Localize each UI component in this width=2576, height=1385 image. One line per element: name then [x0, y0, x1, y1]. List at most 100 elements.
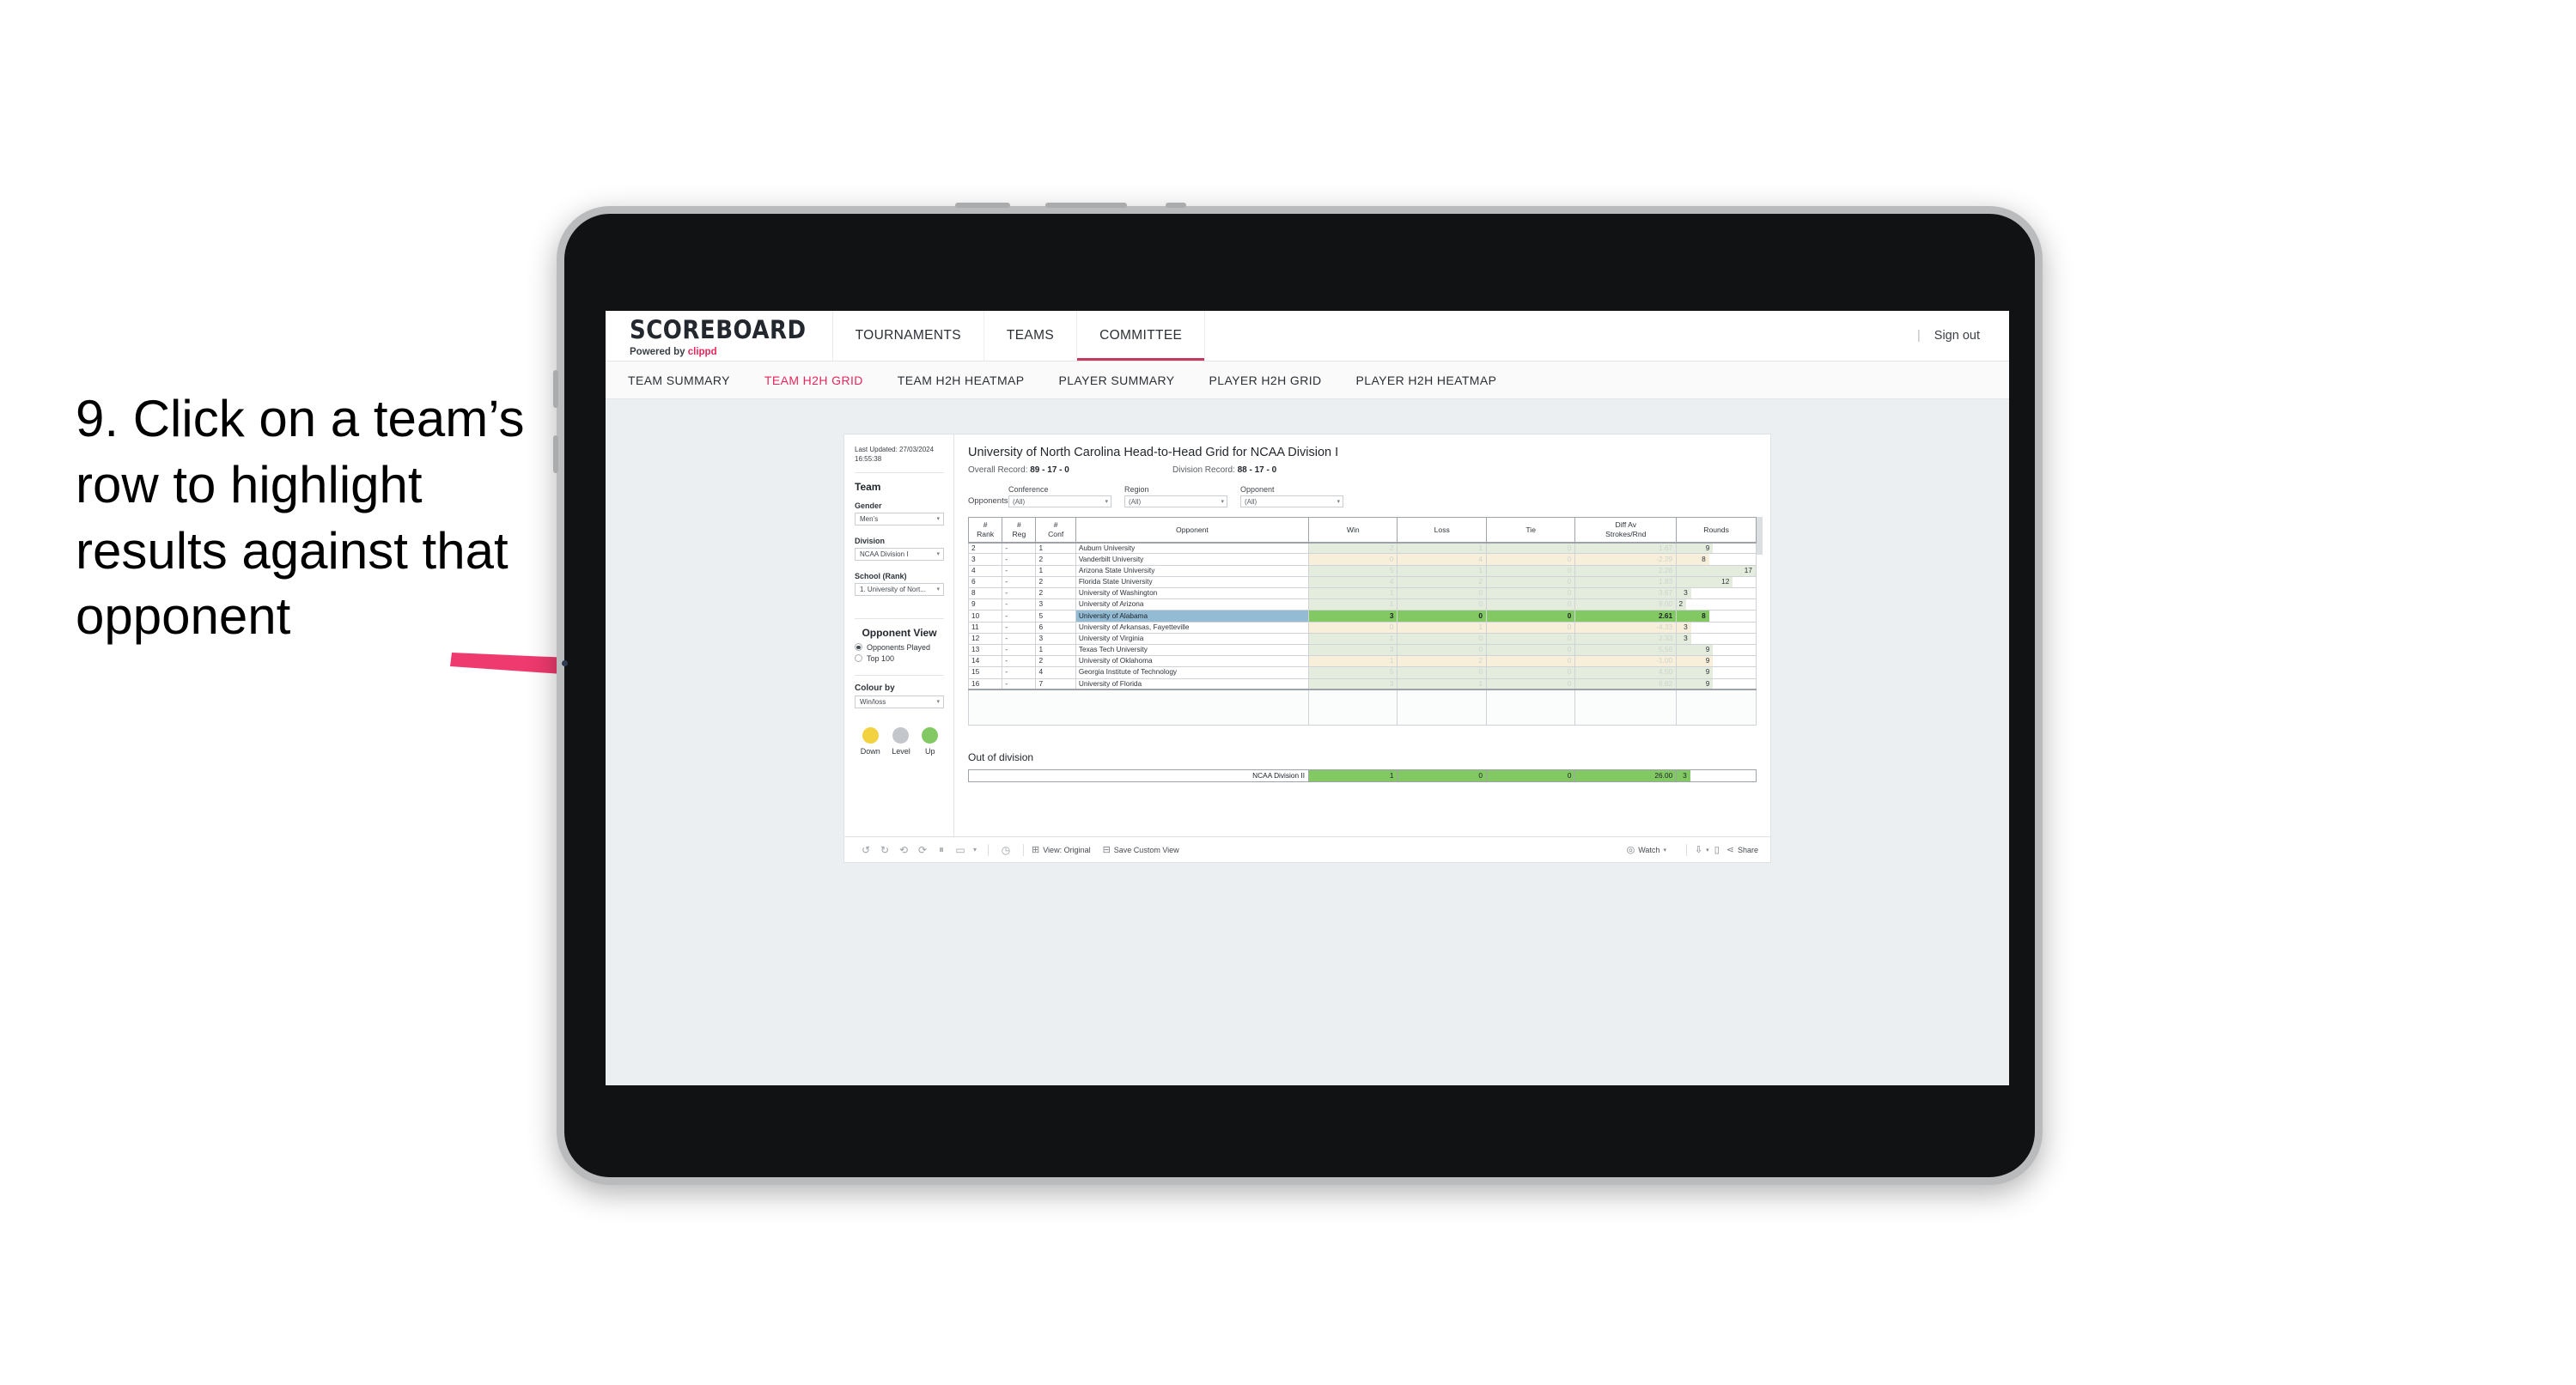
- out-of-division-row[interactable]: NCAA Division II 1 0 0 26.00 3: [967, 768, 1757, 782]
- table-row[interactable]: 16-7 University of Florida 3 1 0 6.62 9: [967, 677, 1757, 691]
- legend-item-up: Up: [922, 726, 939, 756]
- table-row[interactable]: 8-2 University of Washington 1 0 0 3.67 3: [967, 587, 1757, 600]
- rounds-bar: 2: [1677, 599, 1687, 610]
- ood-win: 1: [1308, 768, 1398, 782]
- workspace: Last Updated: 27/03/2024 16:55:38 Team G…: [606, 399, 2009, 1085]
- save-custom-view-button[interactable]: ⊟ Save Custom View: [1103, 844, 1179, 855]
- cell-win: 1: [1308, 655, 1398, 668]
- table-row[interactable]: 11-6 University of Arkansas, Fayetteville…: [967, 621, 1757, 634]
- share-button[interactable]: ⋖ Share: [1726, 844, 1758, 855]
- view-original-label: View: Original: [1043, 845, 1091, 854]
- cell-loss: 0: [1397, 610, 1487, 623]
- revert-icon[interactable]: ⟲: [894, 844, 913, 856]
- watch-button[interactable]: ◎ Watch ▾: [1627, 844, 1666, 855]
- device-preview-button[interactable]: ▯: [1714, 844, 1720, 855]
- grid-scrollbar-thumb[interactable]: [1757, 517, 1763, 555]
- radio-opponents-played[interactable]: Opponents Played: [855, 643, 944, 652]
- division-select[interactable]: NCAA Division I ▾: [855, 547, 944, 561]
- colour-by-label: Colour by: [855, 683, 895, 693]
- cell-win: 0: [1308, 621, 1398, 634]
- chevron-down-icon: ▾: [936, 551, 940, 558]
- cell-reg: -: [1002, 541, 1037, 555]
- cell-conf: 3: [1035, 632, 1076, 645]
- download-button[interactable]: ⇩ ▾: [1695, 844, 1709, 855]
- app-screen: SCOREBOARD Powered by clippd TOURNAMENTS…: [606, 311, 2009, 1085]
- school-select[interactable]: 1. University of Nort... ▾: [855, 582, 944, 596]
- colour-by-select[interactable]: Win/loss ▾: [855, 695, 944, 708]
- out-of-division-title: Out of division: [968, 750, 1034, 763]
- cell-win: 2: [1308, 541, 1398, 555]
- chevron-down-icon: ▾: [1221, 499, 1224, 505]
- table-row[interactable]: 12-3 University of Virginia 1 0 0 2.33 3: [967, 632, 1757, 645]
- filter-opponent-select[interactable]: (All) ▾: [1240, 495, 1343, 507]
- refresh-data-icon[interactable]: ⟳: [913, 844, 932, 856]
- sub-tab-team-summary[interactable]: TEAM SUMMARY: [628, 374, 730, 387]
- cell-conf: 6: [1035, 621, 1076, 634]
- cell-reg: -: [1002, 575, 1037, 589]
- cell-loss: 0: [1397, 587, 1487, 600]
- view-original-button[interactable]: ⊞ View: Original: [1032, 844, 1091, 855]
- cell-rank: 10: [967, 610, 1003, 623]
- cell-conf: 2: [1035, 575, 1076, 589]
- cell-reg: -: [1002, 610, 1037, 623]
- chevron-down-icon[interactable]: ▾: [970, 846, 980, 853]
- cell-tie: 0: [1485, 610, 1576, 623]
- cell-rank: 2: [967, 541, 1003, 555]
- top-tab-teams[interactable]: TEAMS: [984, 311, 1078, 361]
- device-button-top-3: [1166, 203, 1186, 208]
- table-row[interactable]: 2-1 Auburn University 2 1 0 1.67 9: [967, 541, 1757, 555]
- table-row[interactable]: 15-4 Georgia Institute of Technology 5 0 0 4.…: [967, 666, 1757, 679]
- top-tab-committee[interactable]: COMMITTEE: [1077, 311, 1206, 361]
- table-row[interactable]: 10-5 University of Alabama 3 0 0 2.61 8: [967, 610, 1757, 623]
- filter-region-select[interactable]: (All) ▾: [1124, 495, 1227, 507]
- share-icon: ⋖: [1726, 845, 1734, 855]
- sub-tab-player-h2h-grid[interactable]: PLAYER H2H GRID: [1209, 374, 1322, 387]
- rounds-bar: 9: [1677, 656, 1714, 667]
- sub-tab-team-h2h-grid[interactable]: TEAM H2H GRID: [764, 374, 863, 387]
- clock-icon[interactable]: ◷: [996, 844, 1015, 856]
- collapse-icon[interactable]: ▭: [951, 844, 970, 856]
- cell-win: 3: [1308, 643, 1398, 657]
- sub-tab-player-summary[interactable]: PLAYER SUMMARY: [1059, 374, 1175, 387]
- table-row[interactable]: 14-2 University of Oklahoma 1 2 0 -1.00 9: [967, 655, 1757, 668]
- table-row[interactable]: 4-1 Arizona State University 5 1 0 2.28 17: [967, 564, 1757, 577]
- gender-value: Men’s: [860, 514, 879, 523]
- division-record-value: 88 - 17 - 0: [1237, 465, 1277, 475]
- sub-tab-player-h2h-heatmap[interactable]: PLAYER H2H HEATMAP: [1356, 374, 1497, 387]
- table-row[interactable]: 6-2 Florida State University 4 2 0 1.83 12: [967, 575, 1757, 589]
- cell-opponent: Georgia Institute of Technology: [1075, 666, 1310, 679]
- redo-icon[interactable]: ↻: [875, 844, 894, 856]
- dashboard-panel: Last Updated: 27/03/2024 16:55:38 Team G…: [843, 434, 1771, 863]
- table-row[interactable]: 3-2 Vanderbilt University 0 4 0 -2.29 8: [967, 553, 1757, 566]
- powered-by-prefix: Powered by: [630, 347, 688, 357]
- cell-reg: -: [1002, 553, 1037, 566]
- ood-diff: 26.00: [1574, 768, 1678, 782]
- cell-tie: 0: [1485, 632, 1576, 645]
- gender-select[interactable]: Men’s ▾: [855, 512, 944, 525]
- cell-rounds: 9: [1676, 677, 1757, 691]
- cell-reg: -: [1002, 632, 1037, 645]
- undo-icon[interactable]: ↺: [856, 844, 875, 856]
- cell-loss: 0: [1397, 666, 1487, 679]
- division-record: Division Record: 88 - 17 - 0: [1172, 465, 1276, 475]
- filter-conference-select[interactable]: (All) ▾: [1008, 495, 1111, 507]
- cell-conf: 1: [1035, 643, 1076, 657]
- rounds-bar: 8: [1677, 554, 1709, 565]
- cell-opponent: University of Arkansas, Fayetteville: [1075, 621, 1310, 634]
- grid-header-row: # Rank # Reg # Conf Opponent Win Loss Tie D…: [967, 517, 1757, 543]
- col-rank: # Rank: [967, 517, 1003, 543]
- pause-updates-icon[interactable]: ⏸: [932, 843, 951, 856]
- cell-win: 5: [1308, 666, 1398, 679]
- sign-out-link[interactable]: Sign out: [1934, 329, 1980, 343]
- table-row[interactable]: 13-1 Texas Tech University 3 0 0 5.56 9: [967, 643, 1757, 657]
- cell-rank: 14: [967, 655, 1003, 668]
- legend-label-down: Down: [860, 746, 880, 756]
- cell-win: 5: [1308, 564, 1398, 577]
- top-tab-tournaments[interactable]: TOURNAMENTS: [833, 311, 984, 361]
- cell-diff: -2.29: [1574, 553, 1678, 566]
- rounds-bar: 8: [1677, 610, 1709, 622]
- sub-tab-team-h2h-heatmap[interactable]: TEAM H2H HEATMAP: [898, 374, 1025, 387]
- cell-win: 4: [1308, 575, 1398, 589]
- table-row[interactable]: 9-3 University of Arizona 1 0 0 9.00 2: [967, 598, 1757, 611]
- radio-top-100[interactable]: Top 100: [855, 654, 944, 663]
